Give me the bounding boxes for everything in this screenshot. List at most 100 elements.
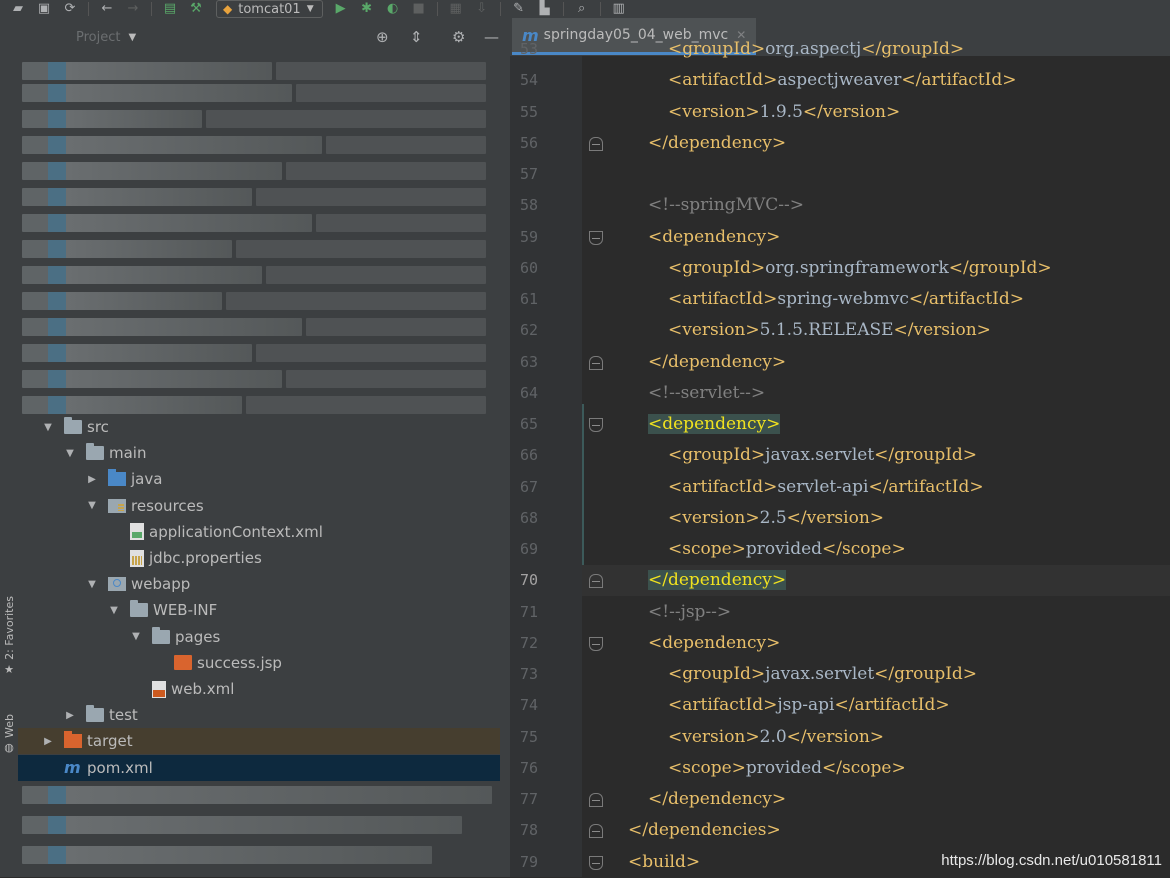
- code-line[interactable]: </dependency>: [582, 565, 1170, 597]
- chevron-right-icon[interactable]: ▶: [86, 474, 98, 485]
- chevron-down-icon[interactable]: ▼: [108, 605, 120, 616]
- code-tag: <build>: [628, 851, 701, 872]
- toolbar-divider: [151, 2, 152, 16]
- code-line[interactable]: <version>1.9.5</version>: [582, 97, 1170, 128]
- debug-icon[interactable]: ✱: [359, 2, 375, 16]
- web-tab-label: Web: [2, 714, 16, 738]
- chevron-down-icon[interactable]: ▼: [86, 579, 98, 590]
- code-line[interactable]: <scope>provided</scope>: [582, 534, 1170, 565]
- code-line[interactable]: <groupId>org.springframework</groupId>: [582, 253, 1170, 284]
- tree-item-label: test: [109, 706, 138, 725]
- code-line[interactable]: <scope>provided</scope>: [582, 753, 1170, 784]
- settings-icon[interactable]: ✎: [511, 2, 527, 16]
- fold-marker[interactable]: [589, 855, 603, 870]
- code-tag: <artifactId>: [668, 70, 778, 91]
- hide-icon[interactable]: —: [484, 28, 499, 46]
- back-icon[interactable]: ←: [99, 2, 115, 16]
- code-line[interactable]: </dependencies>: [582, 815, 1170, 846]
- tree-item-resources[interactable]: ▼ resources: [18, 493, 500, 519]
- collapse-all-icon[interactable]: ⇕: [410, 28, 423, 46]
- code-line[interactable]: <version>2.5</version>: [582, 503, 1170, 534]
- tree-item-main[interactable]: ▼ main: [18, 440, 500, 466]
- open-icon[interactable]: ▰: [10, 2, 26, 16]
- project-structure-icon[interactable]: ▦: [448, 2, 464, 16]
- code-line[interactable]: <version>5.1.5.RELEASE</version>: [582, 315, 1170, 346]
- tree-item-web-xml[interactable]: ▶web.xml: [18, 676, 500, 702]
- code-line[interactable]: </dependency>: [582, 347, 1170, 378]
- file-icon: [130, 523, 144, 541]
- fold-marker[interactable]: [589, 418, 603, 432]
- code-tag: <artifactId>: [668, 289, 778, 309]
- fold-marker[interactable]: [589, 636, 603, 651]
- structure-icon[interactable]: ▥: [611, 2, 627, 16]
- tree-item-target[interactable]: ▶ target: [18, 728, 500, 755]
- fold-marker[interactable]: [589, 136, 603, 151]
- watermark: https://blog.csdn.net/u010581811: [941, 852, 1162, 869]
- tree-item-success-jsp[interactable]: ▶success.jsp: [18, 650, 500, 676]
- sdk-icon[interactable]: ⇩: [474, 2, 490, 16]
- locate-icon[interactable]: ⊕: [376, 28, 389, 46]
- tree-item-src[interactable]: ▼ src: [18, 414, 500, 440]
- chevron-right-icon[interactable]: ▶: [42, 736, 54, 747]
- redacted-tree-row: [22, 370, 282, 388]
- tree-item-webapp[interactable]: ▼ webapp: [18, 571, 500, 597]
- sync-icon[interactable]: ⟳: [62, 2, 78, 16]
- code-line[interactable]: <dependency>: [582, 628, 1170, 659]
- search-icon[interactable]: ⌕: [574, 2, 590, 16]
- tree-item-pages[interactable]: ▼ pages: [18, 624, 500, 650]
- run-config-icon[interactable]: ▤: [162, 2, 178, 16]
- code-line[interactable]: <artifactId>aspectjweaver</artifactId>: [582, 65, 1170, 96]
- save-icon[interactable]: ▣: [36, 2, 52, 16]
- run-config-selector[interactable]: ◆ tomcat01 ▼: [216, 0, 323, 18]
- coverage-icon[interactable]: ◐: [385, 2, 401, 16]
- file-icon: [130, 549, 144, 567]
- gear-icon[interactable]: ⚙: [452, 28, 465, 46]
- code-line[interactable]: <groupId>org.aspectj</groupId>: [582, 34, 1170, 65]
- chevron-right-icon[interactable]: ▶: [64, 710, 76, 721]
- code-line[interactable]: <version>2.0</version>: [582, 722, 1170, 753]
- tree-item-java[interactable]: ▶ java: [18, 466, 500, 492]
- code-line[interactable]: <dependency>: [582, 222, 1170, 253]
- code-line[interactable]: </dependency>: [582, 784, 1170, 815]
- chevron-down-icon[interactable]: ▼: [86, 500, 98, 511]
- code-line[interactable]: <!--springMVC-->: [582, 190, 1170, 221]
- line-number: 69: [519, 540, 538, 558]
- project-pane-title[interactable]: Project: [76, 30, 120, 45]
- frame-icon[interactable]: ▙: [537, 2, 553, 16]
- tree-item-applicationcontext-xml[interactable]: ▶applicationContext.xml: [18, 519, 500, 545]
- code-line[interactable]: <artifactId>spring-webmvc</artifactId>: [582, 284, 1170, 315]
- code-tag: </groupId>: [874, 664, 978, 684]
- tree-item-test[interactable]: ▶ test: [18, 702, 500, 728]
- tree-item-label: web.xml: [171, 680, 235, 698]
- run-icon[interactable]: ▶: [333, 2, 349, 16]
- chevron-down-icon[interactable]: ▼: [42, 422, 54, 433]
- chevron-down-icon[interactable]: ▼: [64, 448, 76, 459]
- fold-marker[interactable]: [589, 574, 603, 589]
- web-tool-tab[interactable]: Web ◍: [0, 714, 18, 754]
- code-line[interactable]: <!--jsp-->: [582, 597, 1170, 628]
- code-line[interactable]: <artifactId>jsp-api</artifactId>: [582, 690, 1170, 721]
- code-line[interactable]: <groupId>javax.servlet</groupId>: [582, 659, 1170, 690]
- code-line[interactable]: [582, 159, 1170, 190]
- code-line[interactable]: <dependency>: [582, 409, 1170, 440]
- code-line[interactable]: </dependency>: [582, 128, 1170, 159]
- stop-icon[interactable]: ■: [411, 2, 427, 16]
- code-line[interactable]: <groupId>javax.servlet</groupId>: [582, 440, 1170, 471]
- tree-item-jdbc-properties[interactable]: ▶jdbc.properties: [18, 545, 500, 571]
- code-line[interactable]: <!--servlet-->: [582, 378, 1170, 409]
- chevron-down-icon[interactable]: ▼: [128, 32, 136, 43]
- tree-item-pom-xml[interactable]: ▶mpom.xml: [18, 754, 500, 781]
- favorites-tool-tab[interactable]: 2: Favorites ★: [0, 596, 18, 676]
- redacted-tree-row: [22, 84, 292, 102]
- forward-icon[interactable]: →: [125, 2, 141, 16]
- code-tag: </scope>: [822, 757, 906, 778]
- code-line[interactable]: <artifactId>servlet-api</artifactId>: [582, 472, 1170, 503]
- fold-marker[interactable]: [589, 355, 603, 370]
- fold-marker[interactable]: [589, 793, 603, 807]
- code-tag: </scope>: [822, 539, 906, 559]
- tree-item-web-inf[interactable]: ▼ WEB-INF: [18, 597, 500, 623]
- fold-marker[interactable]: [589, 230, 603, 245]
- build-icon[interactable]: ⚒: [188, 2, 204, 16]
- fold-marker[interactable]: [589, 824, 603, 839]
- chevron-down-icon[interactable]: ▼: [130, 631, 142, 642]
